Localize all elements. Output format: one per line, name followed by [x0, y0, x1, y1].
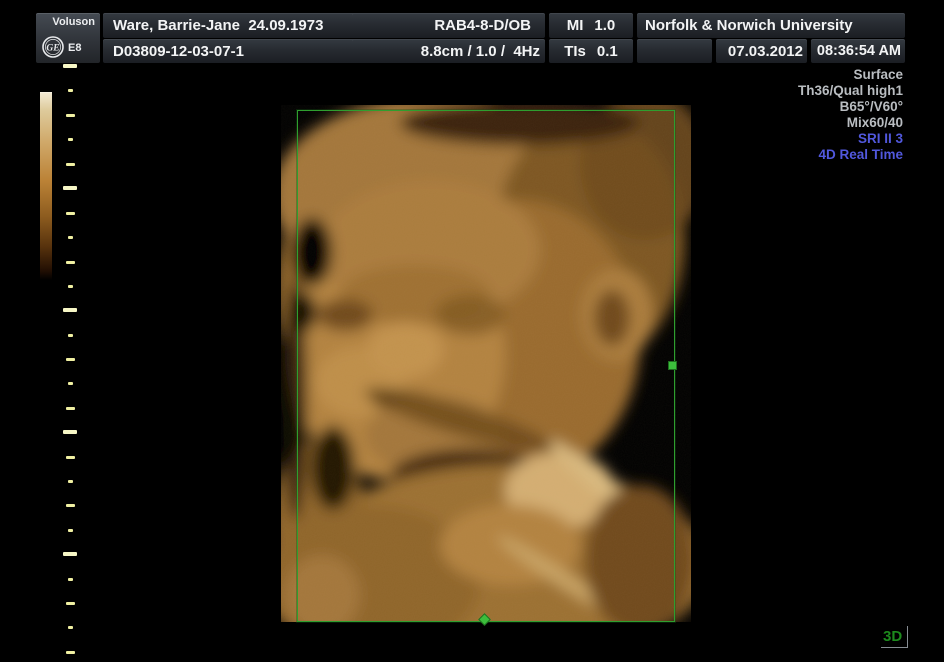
- render-setting-th36-qual-high1: Th36/Qual high1: [798, 83, 903, 99]
- render-setting-mix60-40: Mix60/40: [798, 115, 903, 131]
- roi-render-box[interactable]: [297, 110, 675, 622]
- render-setting-surface: Surface: [798, 67, 903, 83]
- render-setting-sri-ii-3: SRI II 3: [798, 131, 903, 147]
- render-setting-4d-real-time: 4D Real Time: [798, 147, 903, 163]
- mode-badge: 3D: [881, 626, 908, 648]
- render-setting-b65-v60-: B65°/V60°: [798, 99, 903, 115]
- render-settings: SurfaceTh36/Qual high1B65°/V60°Mix60/40S…: [798, 67, 903, 163]
- roi-handle-right[interactable]: [668, 361, 677, 370]
- ultrasound-screen: Voluson GE E8 Ware, Barrie-Jane 24.09.19…: [0, 0, 944, 662]
